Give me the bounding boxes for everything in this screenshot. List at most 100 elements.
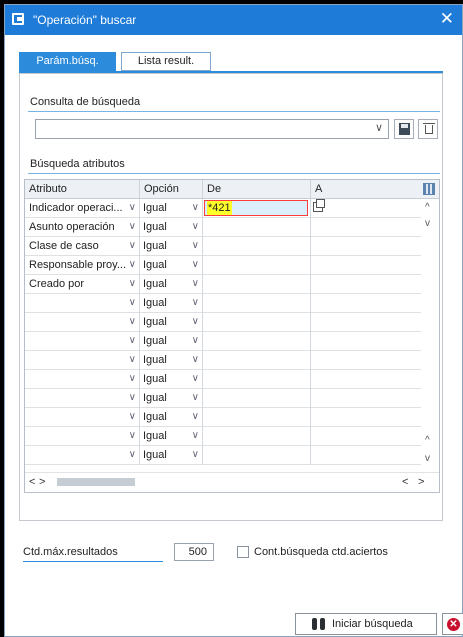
from-field[interactable]: [203, 332, 311, 351]
save-query-button[interactable]: [394, 119, 414, 139]
horizontal-scrollbar[interactable]: < > < >: [25, 472, 439, 492]
close-icon[interactable]: ✕: [440, 10, 454, 28]
to-field[interactable]: [311, 389, 421, 408]
to-field[interactable]: [311, 408, 421, 427]
scroll-up-icon[interactable]: ^: [425, 435, 430, 446]
search-query-select[interactable]: ∨: [35, 119, 389, 139]
tab-result-list[interactable]: Lista result.: [121, 52, 211, 71]
chevron-down-icon[interactable]: ∨: [129, 256, 136, 274]
to-field[interactable]: [311, 332, 421, 351]
option-select[interactable]: Igual ∨: [140, 237, 203, 256]
continue-search-checkbox[interactable]: [237, 546, 249, 558]
option-select[interactable]: Igual ∨: [140, 446, 203, 465]
tab-search-params[interactable]: Parám.búsq.: [19, 52, 116, 71]
start-search-button[interactable]: Iniciar búsqueda: [295, 613, 437, 635]
from-field[interactable]: [203, 256, 311, 275]
option-select[interactable]: Igual ∨: [140, 332, 203, 351]
scroll-up-icon[interactable]: ^: [425, 202, 430, 213]
option-select[interactable]: Igual ∨: [140, 256, 203, 275]
from-field[interactable]: [203, 237, 311, 256]
chevron-down-icon[interactable]: ∨: [129, 446, 136, 464]
to-field[interactable]: [311, 427, 421, 446]
chevron-down-icon[interactable]: ∨: [192, 275, 199, 293]
scroll-down-icon[interactable]: v: [425, 218, 430, 229]
to-field[interactable]: [311, 199, 421, 218]
chevron-down-icon[interactable]: ∨: [129, 237, 136, 255]
column-header-option[interactable]: Opción: [140, 180, 203, 199]
chevron-down-icon[interactable]: ∨: [192, 313, 199, 331]
option-select[interactable]: Igual ∨: [140, 370, 203, 389]
scroll-left-icon[interactable]: <: [29, 476, 35, 488]
option-select[interactable]: Igual ∨: [140, 294, 203, 313]
from-field[interactable]: [203, 351, 311, 370]
to-field[interactable]: [311, 446, 421, 465]
from-field[interactable]: [203, 389, 311, 408]
from-field[interactable]: *421: [203, 199, 311, 218]
option-select[interactable]: Igual ∨: [140, 427, 203, 446]
chevron-down-icon[interactable]: ∨: [192, 446, 199, 464]
attribute-select[interactable]: ∨: [25, 370, 140, 389]
attribute-select[interactable]: Clase de caso ∨: [25, 237, 140, 256]
attribute-select[interactable]: ∨: [25, 389, 140, 408]
from-input-focused[interactable]: *421: [204, 200, 308, 216]
from-field[interactable]: [203, 427, 311, 446]
to-field[interactable]: [311, 313, 421, 332]
scroll-right-icon[interactable]: >: [418, 476, 424, 488]
option-select[interactable]: Igual ∨: [140, 275, 203, 294]
option-select[interactable]: Igual ∨: [140, 351, 203, 370]
attribute-select[interactable]: ∨: [25, 427, 140, 446]
chevron-down-icon[interactable]: ∨: [192, 370, 199, 388]
to-field[interactable]: [311, 256, 421, 275]
chevron-down-icon[interactable]: ∨: [192, 218, 199, 236]
attribute-select[interactable]: Asunto operación ∨: [25, 218, 140, 237]
from-field[interactable]: [203, 218, 311, 237]
chevron-down-icon[interactable]: ∨: [129, 427, 136, 445]
to-field[interactable]: [311, 218, 421, 237]
chevron-down-icon[interactable]: ∨: [375, 121, 383, 134]
scroll-right-icon[interactable]: >: [39, 476, 45, 488]
from-field[interactable]: [203, 294, 311, 313]
table-settings-icon[interactable]: [423, 183, 435, 195]
attribute-select[interactable]: Indicador operaci... ∨: [25, 199, 140, 218]
chevron-down-icon[interactable]: ∨: [129, 351, 136, 369]
to-field[interactable]: [311, 294, 421, 313]
from-field[interactable]: [203, 370, 311, 389]
chevron-down-icon[interactable]: ∨: [192, 237, 199, 255]
to-field[interactable]: [311, 370, 421, 389]
from-field[interactable]: [203, 313, 311, 332]
attribute-select[interactable]: ∨: [25, 351, 140, 370]
option-select[interactable]: Igual ∨: [140, 389, 203, 408]
option-select[interactable]: Igual ∨: [140, 199, 203, 218]
attribute-select[interactable]: ∨: [25, 294, 140, 313]
chevron-down-icon[interactable]: ∨: [192, 351, 199, 369]
delete-query-button[interactable]: [418, 119, 438, 139]
scroll-down-icon[interactable]: v: [425, 453, 430, 464]
chevron-down-icon[interactable]: ∨: [192, 294, 199, 312]
to-field[interactable]: [311, 237, 421, 256]
column-header-from[interactable]: De: [203, 180, 311, 199]
scroll-left-icon[interactable]: <: [402, 476, 408, 488]
chevron-down-icon[interactable]: ∨: [192, 408, 199, 426]
max-results-input[interactable]: 500: [174, 543, 214, 561]
chevron-down-icon[interactable]: ∨: [192, 427, 199, 445]
cancel-button[interactable]: ✕: [442, 613, 463, 635]
chevron-down-icon[interactable]: ∨: [129, 218, 136, 236]
scroll-thumb[interactable]: [57, 478, 135, 486]
chevron-down-icon[interactable]: ∨: [129, 294, 136, 312]
to-field[interactable]: [311, 351, 421, 370]
chevron-down-icon[interactable]: ∨: [129, 332, 136, 350]
chevron-down-icon[interactable]: ∨: [192, 332, 199, 350]
from-field[interactable]: [203, 408, 311, 427]
chevron-down-icon[interactable]: ∨: [192, 389, 199, 407]
chevron-down-icon[interactable]: ∨: [192, 256, 199, 274]
column-header-to[interactable]: A: [311, 180, 421, 199]
option-select[interactable]: Igual ∨: [140, 313, 203, 332]
option-select[interactable]: Igual ∨: [140, 218, 203, 237]
attribute-select[interactable]: ∨: [25, 313, 140, 332]
column-header-attribute[interactable]: Atributo: [25, 180, 140, 199]
attribute-select[interactable]: ∨: [25, 446, 140, 465]
attribute-select[interactable]: ∨: [25, 408, 140, 427]
attribute-select[interactable]: Creado por ∨: [25, 275, 140, 294]
attribute-select[interactable]: Responsable proy... ∨: [25, 256, 140, 275]
chevron-down-icon[interactable]: ∨: [129, 275, 136, 293]
